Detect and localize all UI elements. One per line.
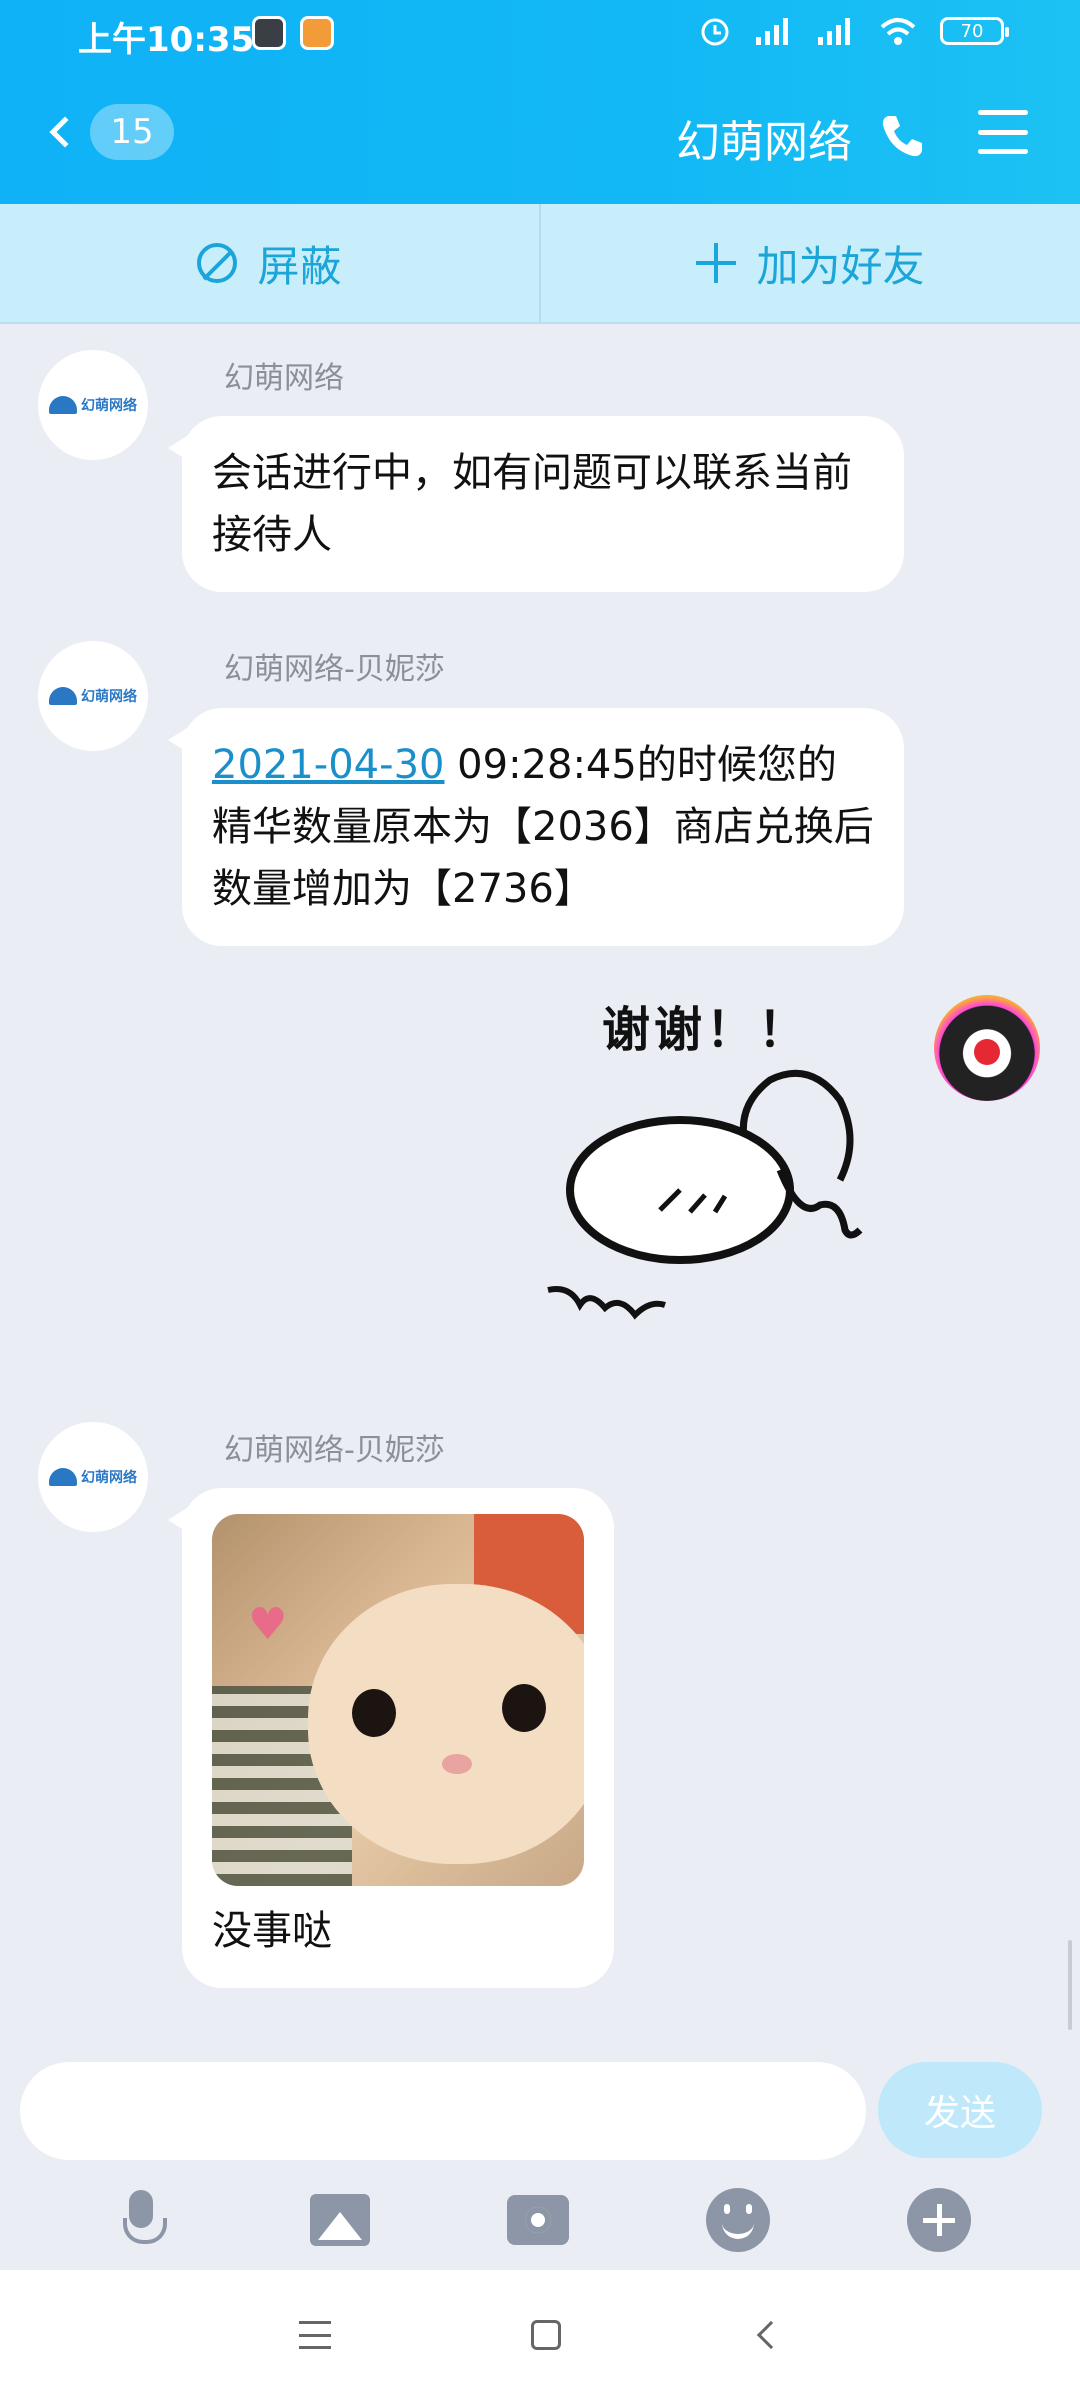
system-nav-bar [0,2270,1080,2400]
menu-icon[interactable] [978,110,1028,154]
chat-header: 上午10:35 70 15 幻萌网络 [0,0,1080,204]
home-button[interactable] [531,2320,561,2350]
add-friend-label: 加为好友 [756,241,925,291]
my-avatar[interactable] [934,995,1040,1101]
add-friend-button[interactable]: 加为好友 [539,204,1080,322]
sender-avatar[interactable]: 幻萌网络 [38,1422,148,1532]
send-button[interactable]: 发送 [878,2062,1042,2158]
cat-photo[interactable]: ♥ [212,1514,584,1886]
more-icon[interactable] [907,2188,972,2252]
sticker-text: 谢谢！！ [602,1002,811,1058]
logo-mark: 幻萌网络 [49,686,137,706]
alarm-icon [701,18,729,46]
back-chevron-icon [49,116,81,148]
sender-avatar[interactable]: 幻萌网络 [38,350,148,460]
message-text: 会话进行中，如有问题可以联系当前接待人 [212,450,852,558]
emoji-icon[interactable] [706,2188,771,2252]
back-button[interactable]: 15 [40,104,174,160]
block-label: 屏蔽 [257,241,342,291]
date-link[interactable]: 2021-04-30 [212,742,444,788]
message-bubble[interactable]: 2021-04-30 09:28:45的时候您的精华数量原本为【2036】商店兑… [168,708,904,946]
status-bar: 上午10:35 70 [0,0,1080,66]
mic-icon[interactable] [109,2188,173,2252]
calculator-app-icon [252,16,286,50]
block-icon [197,243,238,283]
status-indicators: 70 [698,14,1009,48]
wifi-icon [880,18,916,45]
recent-apps-button[interactable] [299,2321,331,2349]
sender-name: 幻萌网络 [224,361,344,396]
logo-mark: 幻萌网络 [49,395,137,415]
heart-icon: ♥ [248,1599,288,1650]
image-icon[interactable] [309,2194,370,2246]
camera-icon[interactable] [506,2195,569,2245]
nav-bar: 15 幻萌网络 [0,96,1080,176]
block-button[interactable]: 屏蔽 [0,204,539,322]
action-bar: 屏蔽 加为好友 [0,204,1080,324]
status-time: 上午10:35 [78,20,255,60]
sender-avatar[interactable]: 幻萌网络 [38,641,148,751]
sender-name: 幻萌网络-贝妮莎 [224,652,445,687]
sticker-message[interactable]: 谢谢！！ [540,990,910,1350]
logo-mark: 幻萌网络 [49,1467,137,1487]
input-bar: 发送 [0,2040,1080,2270]
input-toolbar [0,2180,1080,2260]
message-input[interactable] [20,2062,866,2160]
back-nav-button[interactable] [756,2320,786,2350]
image-caption: 没事哒 [212,1908,332,1954]
phone-icon[interactable] [876,110,928,162]
image-message-bubble[interactable]: ♥ 没事哒 [168,1488,614,1988]
sender-name: 幻萌网络-贝妮莎 [224,1433,445,1468]
unread-count-badge: 15 [90,104,174,160]
signal-icon [756,18,788,45]
scrollbar[interactable] [1068,1940,1072,2030]
chat-title: 幻萌网络 [676,117,852,168]
plus-icon [696,243,737,283]
battery-level: 70 [960,20,984,42]
signal-hd-icon [818,18,850,45]
message-bubble[interactable]: 会话进行中，如有问题可以联系当前接待人 [168,416,904,592]
battery-indicator: 70 [940,17,1009,45]
notification-app-icon [300,16,334,50]
